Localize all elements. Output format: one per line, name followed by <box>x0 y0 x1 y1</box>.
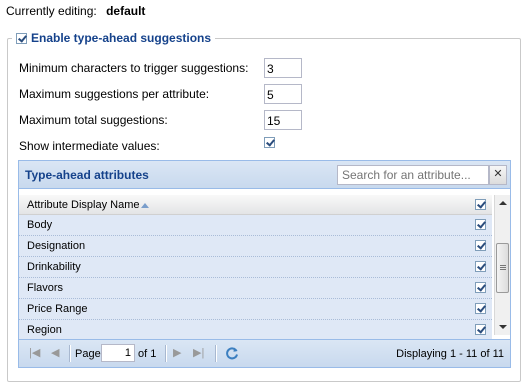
next-page-icon[interactable]: ▶ <box>173 348 181 359</box>
row-label: Designation <box>27 240 86 252</box>
row-label: Flavors <box>27 282 64 294</box>
pager-separator <box>215 345 217 362</box>
displaying-count: Displaying 1 - 11 of 11 <box>396 348 504 360</box>
row-label: Body <box>27 219 53 231</box>
row-checkbox[interactable] <box>475 324 486 335</box>
refresh-icon[interactable] <box>225 346 239 360</box>
scroll-down-button[interactable] <box>496 320 510 334</box>
scroll-thumb[interactable] <box>496 243 509 293</box>
first-page-icon[interactable]: |◀ <box>29 348 40 359</box>
grid-scrollbar[interactable] <box>494 195 510 335</box>
grid-rows: Body Designation Drinkability Flavors Pr… <box>19 215 492 341</box>
max-per-attr-label: Maximum suggestions per attribute: <box>19 87 210 101</box>
select-all-checkbox[interactable] <box>475 199 486 210</box>
arrow-up-icon <box>499 201 507 205</box>
grid-header: Type-ahead attributes ✕ <box>19 161 510 189</box>
min-chars-label: Minimum characters to trigger suggestion… <box>19 61 249 75</box>
prev-page-icon[interactable]: ◀ <box>51 348 59 359</box>
max-per-attr-input[interactable] <box>264 84 302 104</box>
attribute-search-input[interactable] <box>337 165 489 185</box>
fieldset-legend: Enable type-ahead suggestions <box>12 30 216 46</box>
row-checkbox[interactable] <box>475 261 486 272</box>
show-intermediate-checkbox[interactable] <box>264 137 275 148</box>
arrow-down-icon <box>499 325 507 329</box>
typeahead-attributes-grid: Type-ahead attributes ✕ Attribute Displa… <box>18 160 511 368</box>
row-label: Price Range <box>27 303 88 315</box>
grid-title: Type-ahead attributes <box>25 168 149 182</box>
editing-value: default <box>106 4 146 18</box>
min-chars-input[interactable] <box>264 58 302 78</box>
editing-header: Currently editing: default <box>6 4 145 18</box>
scroll-up-button[interactable] <box>496 196 510 210</box>
pager-separator <box>69 345 71 362</box>
paging-toolbar: |◀ ◀ Page of 1 ▶ ▶| Displaying 1 - 11 of… <box>19 339 510 367</box>
page-count-label: of 1 <box>138 348 157 360</box>
grip-icon <box>500 265 506 266</box>
last-page-icon[interactable]: ▶| <box>193 348 204 359</box>
table-row[interactable]: Flavors <box>19 278 492 299</box>
row-checkbox[interactable] <box>475 219 486 230</box>
show-intermediate-label: Show intermediate values: <box>19 139 160 153</box>
table-row[interactable]: Designation <box>19 236 492 257</box>
row-checkbox[interactable] <box>475 282 486 293</box>
sort-ascending-icon <box>141 203 149 208</box>
table-row[interactable]: Drinkability <box>19 257 492 278</box>
table-row[interactable]: Body <box>19 215 492 236</box>
max-total-label: Maximum total suggestions: <box>19 113 168 127</box>
row-checkbox[interactable] <box>475 240 486 251</box>
editing-label: Currently editing: <box>6 4 97 18</box>
row-label: Drinkability <box>27 261 81 273</box>
max-total-input[interactable] <box>264 110 302 130</box>
row-label: Region <box>27 324 62 336</box>
table-row[interactable]: Price Range <box>19 299 492 320</box>
column-header-attribute-name[interactable]: Attribute Display Name <box>19 195 492 215</box>
column-header-label: Attribute Display Name <box>27 199 140 211</box>
fieldset-legend-label: Enable type-ahead suggestions <box>31 31 212 45</box>
pager-separator <box>165 345 167 362</box>
page-label: Page <box>75 348 101 360</box>
table-row[interactable]: Region <box>19 320 492 341</box>
enable-typeahead-checkbox[interactable] <box>16 32 27 44</box>
search-clear-button[interactable]: ✕ <box>489 165 507 185</box>
row-checkbox[interactable] <box>475 303 486 314</box>
page-number-input[interactable] <box>101 344 135 362</box>
